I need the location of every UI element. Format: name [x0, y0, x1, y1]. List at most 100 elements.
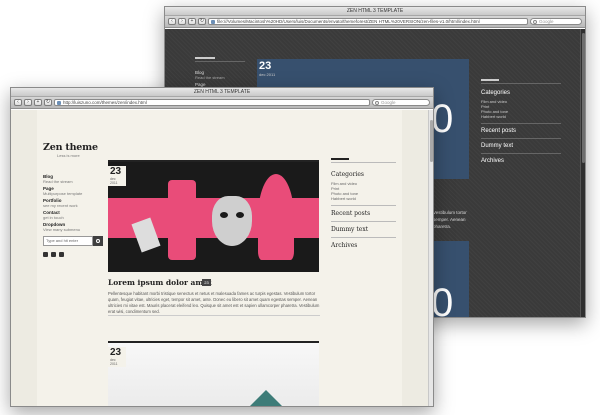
nav-item-blog[interactable]: Blog Read the stream: [43, 174, 98, 184]
front-url-text: http://luiszuno.com/themes/zen/index.htm…: [63, 100, 147, 105]
post2-date-day: 23: [110, 347, 122, 358]
forward-arrow-icon[interactable]: ›: [178, 18, 186, 25]
back-category-link[interactable]: Habbert world: [481, 114, 561, 119]
nav-item-portfolio[interactable]: Portfolio see my recent work: [43, 198, 98, 208]
logo-name: Zen theme: [43, 142, 98, 153]
dot-pattern: [11, 110, 37, 406]
back-window-title: ZEN HTML 3 TEMPLATE: [346, 8, 404, 14]
category-link[interactable]: Habbert world: [331, 196, 396, 201]
front-window-title: ZEN HTML 3 TEMPLATE: [193, 89, 251, 95]
image-top-bar: [108, 341, 319, 343]
back-toolbar: ‹ › + ↻ file:///Volumes/Macintosh%20HD/U…: [165, 16, 585, 28]
back-arrow-icon[interactable]: ‹: [14, 99, 22, 106]
sidebar-separator: [331, 237, 396, 238]
post-featured-image[interactable]: [108, 160, 319, 272]
back-search-placeholder: Google: [539, 19, 554, 24]
post-divider: [108, 315, 320, 316]
reload-icon[interactable]: ↻: [44, 99, 52, 106]
back-titlebar: ZEN HTML 3 TEMPLATE: [165, 7, 585, 16]
twitter-icon[interactable]: [59, 252, 64, 257]
mask-eye-art: [220, 212, 228, 218]
main-nav: Blog Read the stream Page Multipurpose t…: [43, 174, 98, 234]
favicon-icon: [211, 20, 215, 24]
search-icon: [533, 20, 537, 24]
back-excerpt: Vestibulum tortor semper. Aenean pharetr…: [433, 210, 467, 229]
reload-icon[interactable]: ↻: [198, 18, 206, 25]
back-arrow-icon[interactable]: ‹: [168, 18, 176, 25]
nav-item-page[interactable]: Page Multipurpose template: [43, 186, 98, 196]
back-search-field[interactable]: Google: [530, 18, 582, 25]
nav-item-sub: View many submenu: [43, 227, 81, 232]
date-day: 23: [259, 60, 272, 72]
add-bookmark-icon[interactable]: +: [34, 99, 42, 106]
post-title-link[interactable]: Lorem ipsum dolor amet: [108, 278, 212, 287]
back-archives-title[interactable]: Archives: [481, 158, 561, 164]
front-browser-window: ZEN HTML 3 TEMPLATE ‹ › + ↻ http://luisz…: [10, 87, 434, 407]
post2-date-badge: 23 dec 2011: [108, 347, 126, 367]
sidebar-divider: [331, 162, 396, 163]
back-sidebar: Categories Film and video Print Photo an…: [481, 79, 561, 167]
screenshot-stage: ZEN HTML 3 TEMPLATE ‹ › + ↻ file:///Volu…: [0, 0, 600, 415]
add-bookmark-icon[interactable]: +: [188, 18, 196, 25]
nav-accent-bar: [195, 57, 215, 59]
site-search-input[interactable]: Type and hit enter: [43, 236, 93, 246]
nav-item-sub: Read the stream: [43, 179, 73, 184]
back-url-bar[interactable]: file:///Volumes/Macintosh%20HD/Users/lui…: [208, 18, 528, 25]
nav-item-dropdown[interactable]: Dropdown View many submenu: [43, 222, 98, 232]
front-search-field[interactable]: Google: [372, 99, 430, 106]
back-big-glyph: 0: [431, 97, 454, 141]
sidebar-separator: [331, 205, 396, 206]
front-scrollbar[interactable]: [428, 110, 433, 406]
site-search-button[interactable]: [93, 236, 103, 246]
logo-slogan: Less is more: [57, 153, 80, 158]
sidebar-separator: [481, 123, 561, 124]
search-icon: [95, 238, 100, 243]
sidebar-accent-bar: [331, 158, 349, 160]
dot-pattern: [402, 110, 428, 406]
nav-item-sub: see my recent work: [43, 203, 78, 208]
mask-figure-art: [212, 196, 252, 246]
post-date-month: dec 2011: [110, 177, 118, 185]
back-scrollbar[interactable]: [580, 29, 585, 317]
sidebar-separator: [481, 153, 561, 154]
sidebar-divider: [481, 83, 561, 84]
pink-art-shape: [168, 180, 196, 260]
recent-posts-title[interactable]: Recent posts: [331, 210, 396, 217]
flickr-icon[interactable]: [51, 252, 56, 257]
post-excerpt: Pellentesque habitant morbi tristique se…: [108, 291, 320, 314]
back-nav-item-blog[interactable]: Blog Read the stream: [195, 70, 245, 80]
back-dummy-text-title[interactable]: Dummy text: [481, 143, 561, 149]
nav-divider: [195, 61, 245, 62]
back-url-text: file:///Volumes/Macintosh%20HD/Users/lui…: [217, 19, 480, 24]
nav-item-contact[interactable]: Contact get in touch: [43, 210, 98, 220]
dummy-text-title[interactable]: Dummy text: [331, 226, 396, 233]
categories-title: Categories: [331, 171, 364, 178]
forward-arrow-icon[interactable]: ›: [24, 99, 32, 106]
back-scroll-thumb[interactable]: [582, 33, 585, 163]
back-categories-title: Categories: [481, 90, 511, 96]
date-month: dec 2011: [259, 72, 276, 77]
front-page-body: Zen theme Less is more Blog Read the str…: [11, 110, 428, 406]
search-icon: [375, 101, 379, 105]
front-toolbar: ‹ › + ↻ http://luiszuno.com/themes/zen/i…: [11, 97, 433, 109]
front-sidebar: Categories Film and video Print Photo an…: [331, 158, 396, 252]
site-logo[interactable]: Zen theme Less is more: [43, 142, 98, 158]
front-search-placeholder: Google: [381, 100, 396, 105]
facebook-icon[interactable]: [43, 252, 48, 257]
sidebar-accent-bar: [481, 79, 499, 81]
favicon-icon: [57, 101, 61, 105]
archives-title[interactable]: Archives: [331, 242, 396, 249]
back-recent-posts-title[interactable]: Recent posts: [481, 128, 561, 134]
comments-count-badge[interactable]: 23: [202, 279, 211, 286]
post2-date-month: dec 2011: [110, 358, 118, 366]
front-url-bar[interactable]: http://luiszuno.com/themes/zen/index.htm…: [54, 99, 370, 106]
back-big-glyph-2: 0: [431, 281, 454, 318]
nav-item-sub: Multipurpose template: [43, 191, 83, 196]
sidebar-separator: [331, 221, 396, 222]
post-date-badge: 23 dec 2011: [108, 166, 126, 186]
front-scroll-thumb[interactable]: [430, 120, 433, 162]
pink-art-shape: [258, 174, 294, 260]
sidebar-separator: [481, 138, 561, 139]
post-date-day: 23: [110, 166, 122, 177]
front-titlebar: ZEN HTML 3 TEMPLATE: [11, 88, 433, 97]
